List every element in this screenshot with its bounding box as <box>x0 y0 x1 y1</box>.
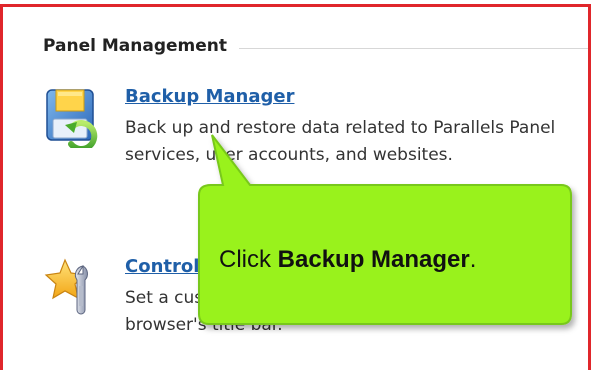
customize-star-wrench-icon[interactable] <box>43 256 105 318</box>
backup-floppy-icon[interactable] <box>43 86 105 153</box>
section-divider <box>239 47 588 49</box>
callout-prefix: Click <box>219 246 278 273</box>
tutorial-callout: Click Backup Manager. <box>198 134 572 325</box>
callout-bubble <box>198 134 572 325</box>
section-header: Panel Management <box>43 36 588 56</box>
callout-target: Backup Manager <box>277 246 470 273</box>
callout-instruction: Click Backup Manager. <box>219 246 476 274</box>
backup-manager-link[interactable]: Backup Manager <box>125 86 294 107</box>
callout-suffix: . <box>469 246 477 273</box>
section-title: Panel Management <box>43 36 227 56</box>
